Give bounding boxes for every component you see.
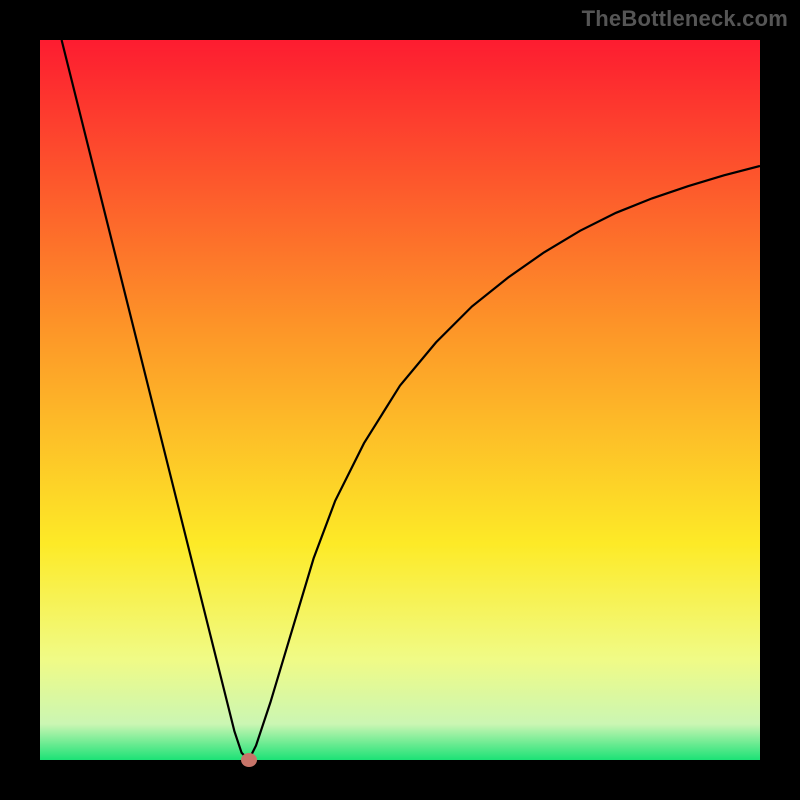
- plot-svg: [40, 40, 760, 760]
- chart-frame: TheBottleneck.com: [0, 0, 800, 800]
- plot-area: [40, 40, 760, 760]
- gradient-background: [40, 40, 760, 760]
- watermark-text: TheBottleneck.com: [582, 6, 788, 32]
- minimum-marker: [241, 753, 257, 767]
